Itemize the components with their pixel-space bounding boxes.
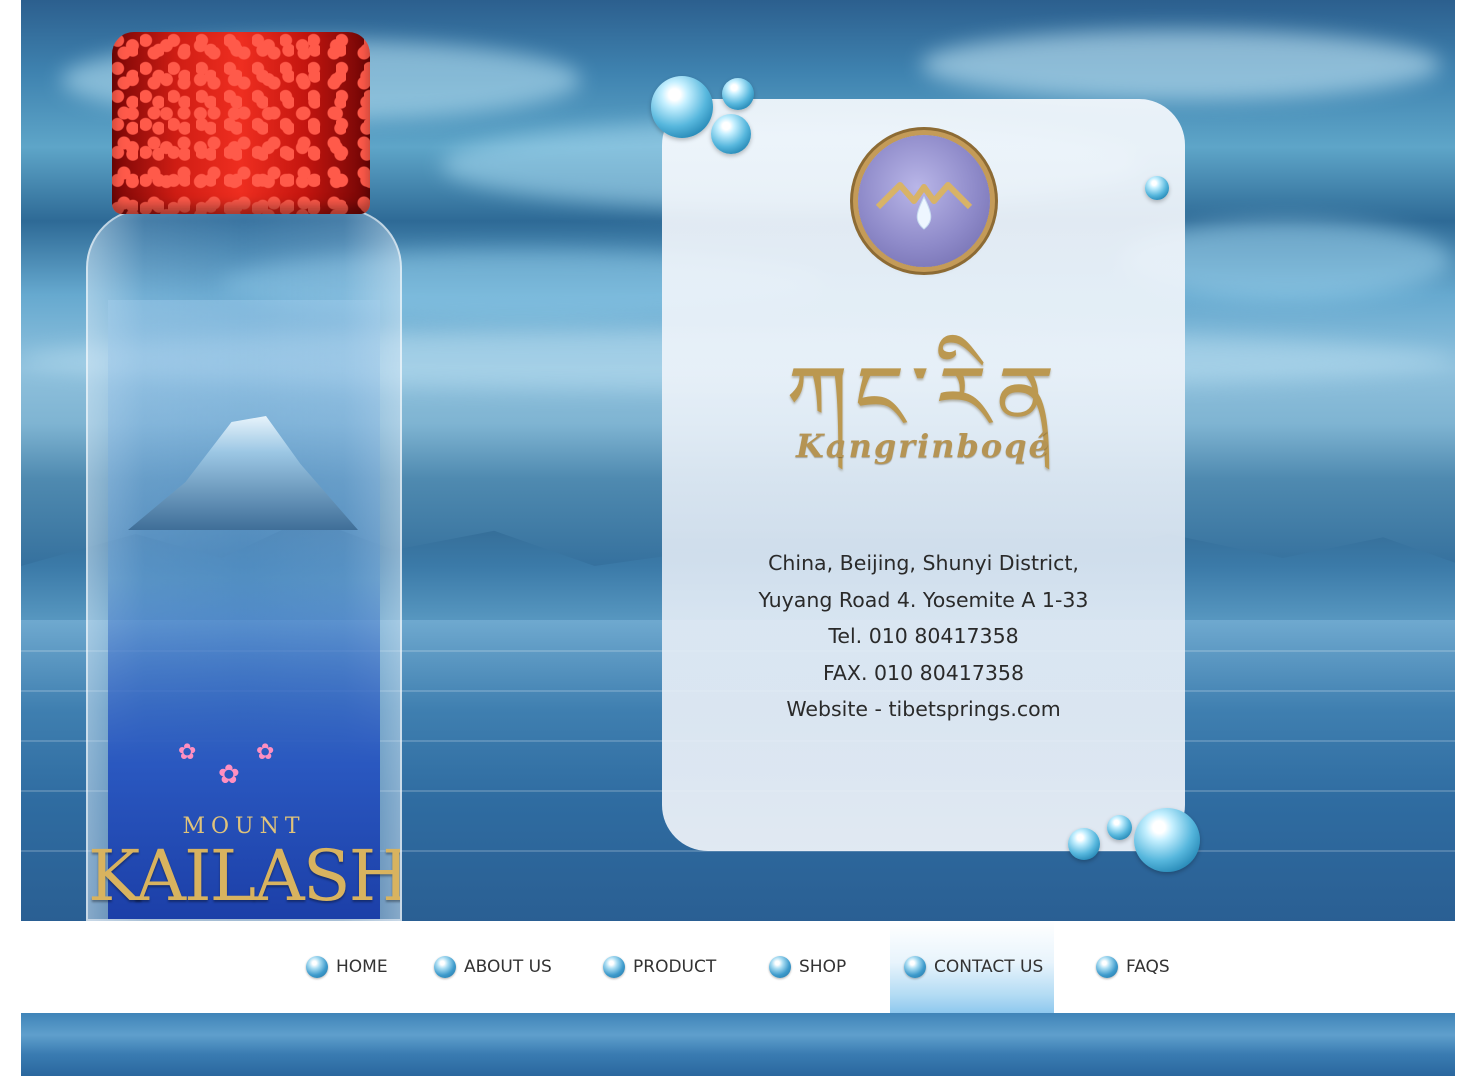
nav-item-about-us[interactable]: ABOUT US [434,921,552,1013]
nav-item-label: ABOUT US [464,957,552,977]
water-drop-icon [651,76,713,138]
water-bottle: ✿ ✿ ✿ MOUNT KAILASH [86,208,402,921]
nav-item-shop[interactable]: SHOP [769,921,846,1013]
address-fax: FAX. 010 80417358 [823,660,1024,685]
water-drop-bullet-icon [904,956,926,978]
bottle-brand-label: KAILASH [88,835,402,917]
water-drop-icon [1145,176,1169,200]
nav-item-label: FAQS [1126,957,1170,977]
contact-address: China, Beijing, Shunyi District, Yuyang … [662,545,1185,728]
tibetan-script-logo: ཀང་རིན [786,346,1061,449]
water-drop-icon [1107,815,1132,840]
contact-card: ཀང་རིན Kangrinboqé China, Beijing, Shuny… [662,99,1185,851]
water-drop-bullet-icon [1096,956,1118,978]
lotus-icon: ✿ [218,760,240,790]
address-telephone: Tel. 010 80417358 [828,624,1019,648]
nav-item-contact-us[interactable]: CONTACT US [890,921,1054,1013]
water-drop-bullet-icon [603,956,625,978]
water-drop-icon [722,78,754,110]
lotus-icon: ✿ [178,740,197,765]
lotus-icon: ✿ [256,740,275,765]
nav-item-label: SHOP [799,957,847,977]
water-drop-icon [1134,808,1200,872]
nav-item-faqs[interactable]: FAQS [1096,921,1170,1013]
cloud-streak [921,30,1441,100]
address-road: Yuyang Road 4. Yosemite A 1-33 [758,587,1089,612]
mountain-drop-logo-icon [858,135,990,267]
bottle-cap [112,32,370,214]
water-drop-bullet-icon [434,956,456,978]
address-website: Website - tibetsprings.com [786,697,1061,721]
nav-item-label: HOME [336,957,388,977]
address-street: China, Beijing, Shunyi District, [768,551,1079,575]
water-drop-bullet-icon [306,956,328,978]
footer-water-strip [21,1013,1455,1076]
main-navigation: HOME ABOUT US PRODUCT SHOP CONTACT US FA… [21,921,1455,1013]
water-drop-icon [711,114,751,154]
nav-item-label: PRODUCT [633,957,717,977]
nav-item-home[interactable]: HOME [306,921,388,1013]
nav-item-label: CONTACT US [934,957,1044,977]
water-drop-bullet-icon [769,956,791,978]
nav-item-product[interactable]: PRODUCT [603,921,716,1013]
water-drop-icon [1068,828,1100,860]
brand-name: Kangrinboqé [796,427,1051,465]
